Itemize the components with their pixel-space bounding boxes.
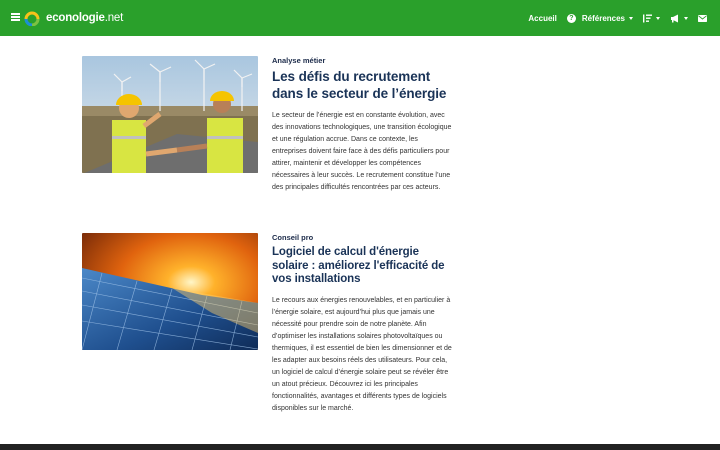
site-logo[interactable]: econologie.net <box>23 10 123 27</box>
article-excerpt: Le recours aux énergies renouvelables, e… <box>272 296 452 412</box>
main-nav: Accueil ? Références <box>528 0 720 36</box>
article-card: Analyse métier Les défis du recrutement … <box>82 56 452 226</box>
mail-icon <box>698 14 707 22</box>
logo-icon <box>23 10 41 27</box>
chevron-down-icon <box>629 16 633 20</box>
article-category[interactable]: Conseil pro <box>272 233 452 242</box>
sort-icon <box>643 14 652 22</box>
article-image-recruitment[interactable] <box>82 56 258 173</box>
article-content: Analyse métier Les défis du recrutement … <box>272 56 452 194</box>
logo-name: econologie <box>46 12 105 24</box>
chevron-down-icon <box>684 16 688 20</box>
article-title[interactable]: Logiciel de calcul d'énergie solaire : a… <box>272 246 452 287</box>
article-excerpt: Le secteur de l’énergie est en constante… <box>272 112 452 191</box>
article-content: Conseil pro Logiciel de calcul d'énergie… <box>272 233 452 415</box>
nav-sort[interactable] <box>643 14 660 23</box>
nav-references[interactable]: ? Références <box>566 13 633 23</box>
nav-announcements[interactable] <box>670 14 688 23</box>
nav-home[interactable]: Accueil <box>528 14 556 23</box>
chevron-down-icon <box>656 16 660 20</box>
article-card: Conseil pro Logiciel de calcul d'énergie… <box>82 233 452 433</box>
article-image-solar[interactable] <box>82 233 258 350</box>
menu-icon[interactable] <box>11 13 20 21</box>
nav-contact[interactable] <box>698 14 707 22</box>
article-category[interactable]: Analyse métier <box>272 56 452 65</box>
nav-home-label: Accueil <box>528 13 557 23</box>
help-icon: ? <box>566 13 576 23</box>
nav-references-label: Références <box>581 13 625 23</box>
logo-text: econologie.net <box>46 12 123 24</box>
logo-tld: .net <box>104 12 124 24</box>
article-title[interactable]: Les défis du recrutement dans le secteur… <box>272 69 452 102</box>
megaphone-icon <box>671 14 678 22</box>
footer-bar <box>0 444 720 450</box>
top-navbar: econologie.net Accueil ? Références <box>0 0 720 36</box>
